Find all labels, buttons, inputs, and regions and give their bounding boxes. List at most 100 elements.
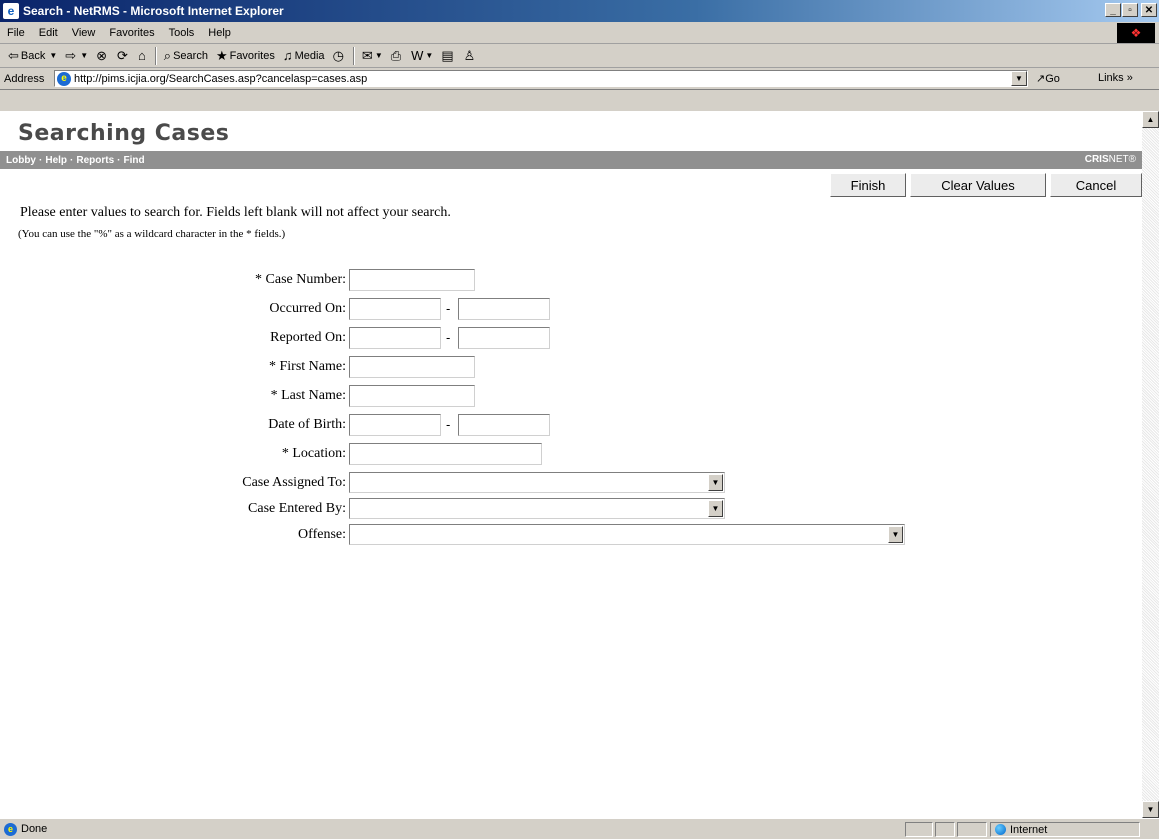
back-button[interactable]: ⇦ Back ▼ xyxy=(4,48,61,64)
range-dash: - xyxy=(446,301,451,316)
chevron-down-icon[interactable]: ▼ xyxy=(888,526,903,543)
favorites-label: Favorites xyxy=(229,49,275,62)
vertical-scrollbar[interactable]: ▲ ▼ xyxy=(1142,111,1159,818)
links-button[interactable]: Links » xyxy=(1098,72,1133,84)
first-name-input[interactable] xyxy=(349,356,475,378)
maximize-button[interactable]: ▫ xyxy=(1122,3,1138,17)
location-input[interactable] xyxy=(349,443,542,465)
links-label: Links xyxy=(1098,72,1124,84)
edit-button[interactable]: W ▼ xyxy=(407,48,437,63)
brand-bold: CRIS xyxy=(1084,154,1109,165)
mail-icon: ✉ xyxy=(361,47,373,63)
chevron-down-icon[interactable]: ▼ xyxy=(708,474,723,491)
window-controls: _ ▫ ✕ xyxy=(1104,3,1157,17)
nav-find[interactable]: Find xyxy=(124,155,145,166)
stop-icon: ⊗ xyxy=(96,47,108,63)
case-number-input[interactable] xyxy=(349,269,475,291)
scroll-down-icon[interactable]: ▼ xyxy=(1142,801,1159,818)
brand-rest: NET® xyxy=(1108,154,1136,165)
occurred-on-from-input[interactable] xyxy=(349,298,441,320)
mail-button[interactable]: ✉ ▼ xyxy=(358,48,387,64)
search-icon: ⌕ xyxy=(163,47,172,63)
dob-from-input[interactable] xyxy=(349,414,441,436)
refresh-button[interactable]: ⟳ xyxy=(113,48,134,64)
status-panel xyxy=(935,822,955,837)
print-button[interactable]: ⎙ xyxy=(387,48,407,64)
address-label: Address xyxy=(4,72,45,85)
favorites-icon: ★ xyxy=(215,47,228,63)
menu-help[interactable]: Help xyxy=(201,27,238,39)
cancel-button[interactable]: Cancel xyxy=(1050,173,1142,197)
action-buttons: Finish Clear Values Cancel xyxy=(830,173,1146,197)
menu-file[interactable]: File xyxy=(0,27,32,39)
nav-reports[interactable]: Reports xyxy=(76,155,114,166)
title-bar: e Search - NetRMS - Microsoft Internet E… xyxy=(0,0,1159,22)
page-status-icon: e xyxy=(4,822,17,836)
history-button[interactable]: ◷ xyxy=(329,48,350,64)
reported-on-to-input[interactable] xyxy=(458,327,550,349)
messenger-button[interactable]: ♙ xyxy=(460,48,482,64)
minimize-button[interactable]: _ xyxy=(1105,3,1121,17)
back-arrow-icon: ⇦ xyxy=(8,47,19,63)
messenger-icon: ♙ xyxy=(463,47,476,63)
assigned-to-select[interactable]: ▼ xyxy=(349,472,725,493)
page-viewport: Searching Cases Lobby · Help · Reports ·… xyxy=(0,111,1142,818)
brand-logo: CRISNET® xyxy=(1085,154,1136,165)
media-button[interactable]: ♫ Media xyxy=(279,48,329,63)
address-input[interactable]: e http://pims.icjia.org/SearchCases.asp?… xyxy=(54,70,1028,87)
assigned-to-label: Case Assigned To: xyxy=(242,475,346,490)
go-label: Go xyxy=(1045,73,1060,85)
word-edit-icon: W xyxy=(411,48,424,63)
discuss-button[interactable]: ▤ xyxy=(437,48,459,64)
home-button[interactable]: ⌂ xyxy=(134,48,152,63)
ie-app-icon[interactable]: e xyxy=(3,3,19,19)
address-dropdown-icon[interactable]: ▼ xyxy=(1011,71,1027,86)
go-arrow-icon: ↗ xyxy=(1036,73,1046,85)
location-label: * Location: xyxy=(281,446,346,461)
address-bar: Address e http://pims.icjia.org/SearchCa… xyxy=(0,68,1159,90)
status-panel xyxy=(957,822,987,837)
range-dash: - xyxy=(446,330,451,345)
instructions: Please enter values to search for. Field… xyxy=(20,205,451,220)
status-bar: e Done Internet xyxy=(0,818,1159,839)
clear-values-button[interactable]: Clear Values xyxy=(910,173,1046,197)
history-icon: ◷ xyxy=(332,47,344,63)
chevron-down-icon[interactable]: ▼ xyxy=(708,500,723,517)
status-area: e Done xyxy=(0,822,48,836)
nav-lobby[interactable]: Lobby xyxy=(6,155,36,166)
print-icon: ⎙ xyxy=(390,47,402,63)
entered-by-select[interactable]: ▼ xyxy=(349,498,725,519)
menu-favorites[interactable]: Favorites xyxy=(102,27,161,39)
stop-button[interactable]: ⊗ xyxy=(92,48,113,64)
status-text: Done xyxy=(21,823,48,835)
forward-button[interactable]: ⇨ ▼ xyxy=(61,48,92,64)
dob-to-input[interactable] xyxy=(458,414,550,436)
menu-tools[interactable]: Tools xyxy=(162,27,202,39)
menu-edit[interactable]: Edit xyxy=(32,27,65,39)
last-name-label: * Last Name: xyxy=(270,388,346,403)
discuss-icon: ▤ xyxy=(441,47,454,63)
menu-view[interactable]: View xyxy=(65,27,103,39)
page-icon: e xyxy=(57,71,71,86)
close-button[interactable]: ✕ xyxy=(1141,3,1157,17)
offense-select[interactable]: ▼ xyxy=(349,524,905,545)
reported-on-label: Reported On: xyxy=(270,330,346,345)
go-button[interactable]: ↗Go xyxy=(1036,72,1060,85)
offense-label: Offense: xyxy=(298,527,346,542)
scroll-up-icon[interactable]: ▲ xyxy=(1142,111,1159,128)
occurred-on-to-input[interactable] xyxy=(458,298,550,320)
nav-help[interactable]: Help xyxy=(45,155,67,166)
dob-label: Date of Birth: xyxy=(268,417,346,432)
favorites-button[interactable]: ★ Favorites xyxy=(212,48,279,64)
search-button[interactable]: ⌕ Search xyxy=(160,48,212,64)
last-name-input[interactable] xyxy=(349,385,475,407)
zone-text: Internet xyxy=(1010,823,1048,836)
finish-button[interactable]: Finish xyxy=(830,173,906,197)
reported-on-from-input[interactable] xyxy=(349,327,441,349)
search-label: Search xyxy=(173,49,208,62)
toolbar-separator xyxy=(154,46,157,65)
toolbar: ⇦ Back ▼ ⇨ ▼ ⊗ ⟳ ⌂ ⌕ Search ★ Favorites ♫ Medi… xyxy=(0,44,1159,68)
back-label: Back xyxy=(20,49,46,62)
media-icon: ♫ xyxy=(282,48,293,63)
status-panel xyxy=(905,822,933,837)
